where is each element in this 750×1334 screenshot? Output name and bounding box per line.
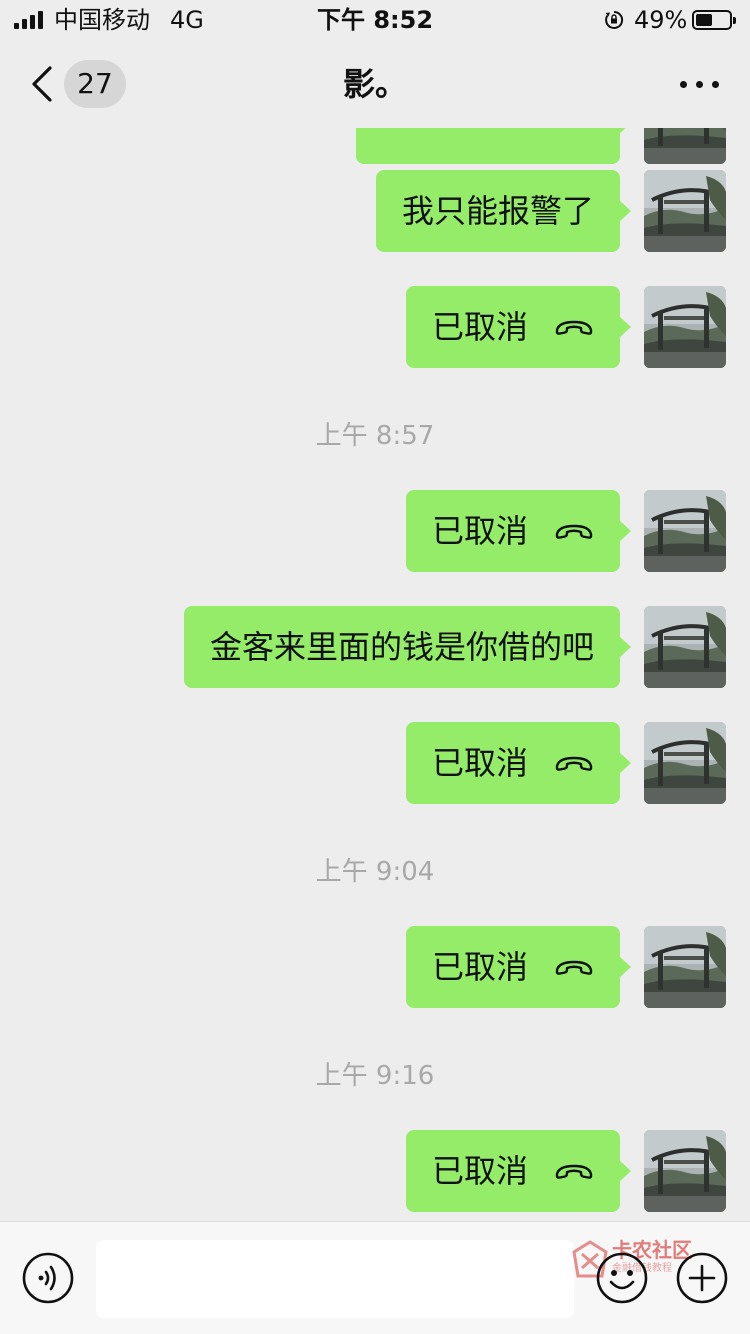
call-status-text: 已取消	[431, 308, 528, 346]
call-record-row: 已取消	[0, 286, 750, 368]
avatar[interactable]	[644, 926, 726, 1008]
avatar[interactable]	[644, 722, 726, 804]
avatar[interactable]	[644, 170, 726, 252]
more-functions-button[interactable]	[676, 1252, 728, 1304]
avatar[interactable]	[644, 606, 726, 688]
hangup-phone-icon	[554, 521, 594, 541]
message-timestamp: 上午 9:04	[315, 857, 435, 887]
message-timestamp: 上午 9:16	[315, 1061, 435, 1091]
avatar[interactable]	[644, 1130, 726, 1212]
chat-title: 影。	[342, 65, 407, 103]
call-record-row: 已取消	[0, 722, 750, 804]
call-record-bubble[interactable]: 已取消	[405, 286, 632, 368]
avatar[interactable]	[644, 490, 726, 572]
avatar[interactable]	[644, 128, 726, 164]
battery-level-fill	[696, 14, 712, 26]
battery-icon	[692, 10, 736, 30]
call-record-row: 已取消	[0, 926, 750, 1008]
emoji-button[interactable]	[596, 1252, 648, 1304]
chat-header: 27 影。	[0, 40, 750, 128]
message-bubble[interactable]	[356, 128, 631, 164]
hangup-phone-icon	[554, 753, 594, 773]
message-text: 金客来里面的钱是你借的吧	[209, 628, 594, 666]
message-row: 我只能报警了	[0, 170, 750, 252]
call-status-text: 已取消	[431, 948, 528, 986]
emoji-icon	[596, 1252, 648, 1304]
plus-circle-icon	[676, 1252, 728, 1304]
call-status-text: 已取消	[431, 1152, 528, 1190]
message-bubble[interactable]: 我只能报警了	[375, 170, 632, 252]
hangup-phone-icon	[554, 317, 594, 337]
unread-count-badge: 27	[64, 60, 126, 108]
back-button[interactable]: 27	[22, 58, 132, 110]
call-status-text: 已取消	[431, 744, 528, 782]
hangup-phone-icon	[554, 1161, 594, 1181]
rotation-lock-icon	[605, 10, 624, 29]
voice-input-button[interactable]	[22, 1252, 74, 1304]
call-status-text: 已取消	[431, 512, 528, 550]
voice-input-icon	[22, 1252, 74, 1304]
message-input[interactable]	[96, 1240, 574, 1318]
call-record-bubble[interactable]: 已取消	[405, 722, 632, 804]
call-record-row: 已取消	[0, 490, 750, 572]
chevron-left-icon	[32, 66, 52, 102]
status-bar: 中国移动 4G 下午 8:52 49%	[0, 0, 750, 40]
message-timestamp: 上午 8:57	[315, 421, 435, 451]
chat-input-bar: 卡农社区 金融借钱教程	[0, 1221, 750, 1334]
hangup-phone-icon	[554, 957, 594, 977]
avatar[interactable]	[644, 286, 726, 368]
call-record-bubble[interactable]: 已取消	[405, 490, 632, 572]
message-bubble[interactable]: 金客来里面的钱是你借的吧	[183, 606, 632, 688]
message-text: 我只能报警了	[401, 192, 594, 230]
more-options-button[interactable]	[678, 62, 722, 106]
call-record-bubble[interactable]: 已取消	[405, 926, 632, 1008]
message-row: 金客来里面的钱是你借的吧	[0, 606, 750, 688]
message-row	[0, 128, 750, 164]
battery-percent: 49%	[634, 6, 688, 34]
message-list[interactable]: 我只能报警了 已取消 上午 8:57 已取消 金客来里面的钱是你借的吧 已取消 …	[0, 128, 750, 1221]
call-record-bubble[interactable]: 已取消	[405, 1130, 632, 1212]
call-record-row: 已取消	[0, 1130, 750, 1212]
